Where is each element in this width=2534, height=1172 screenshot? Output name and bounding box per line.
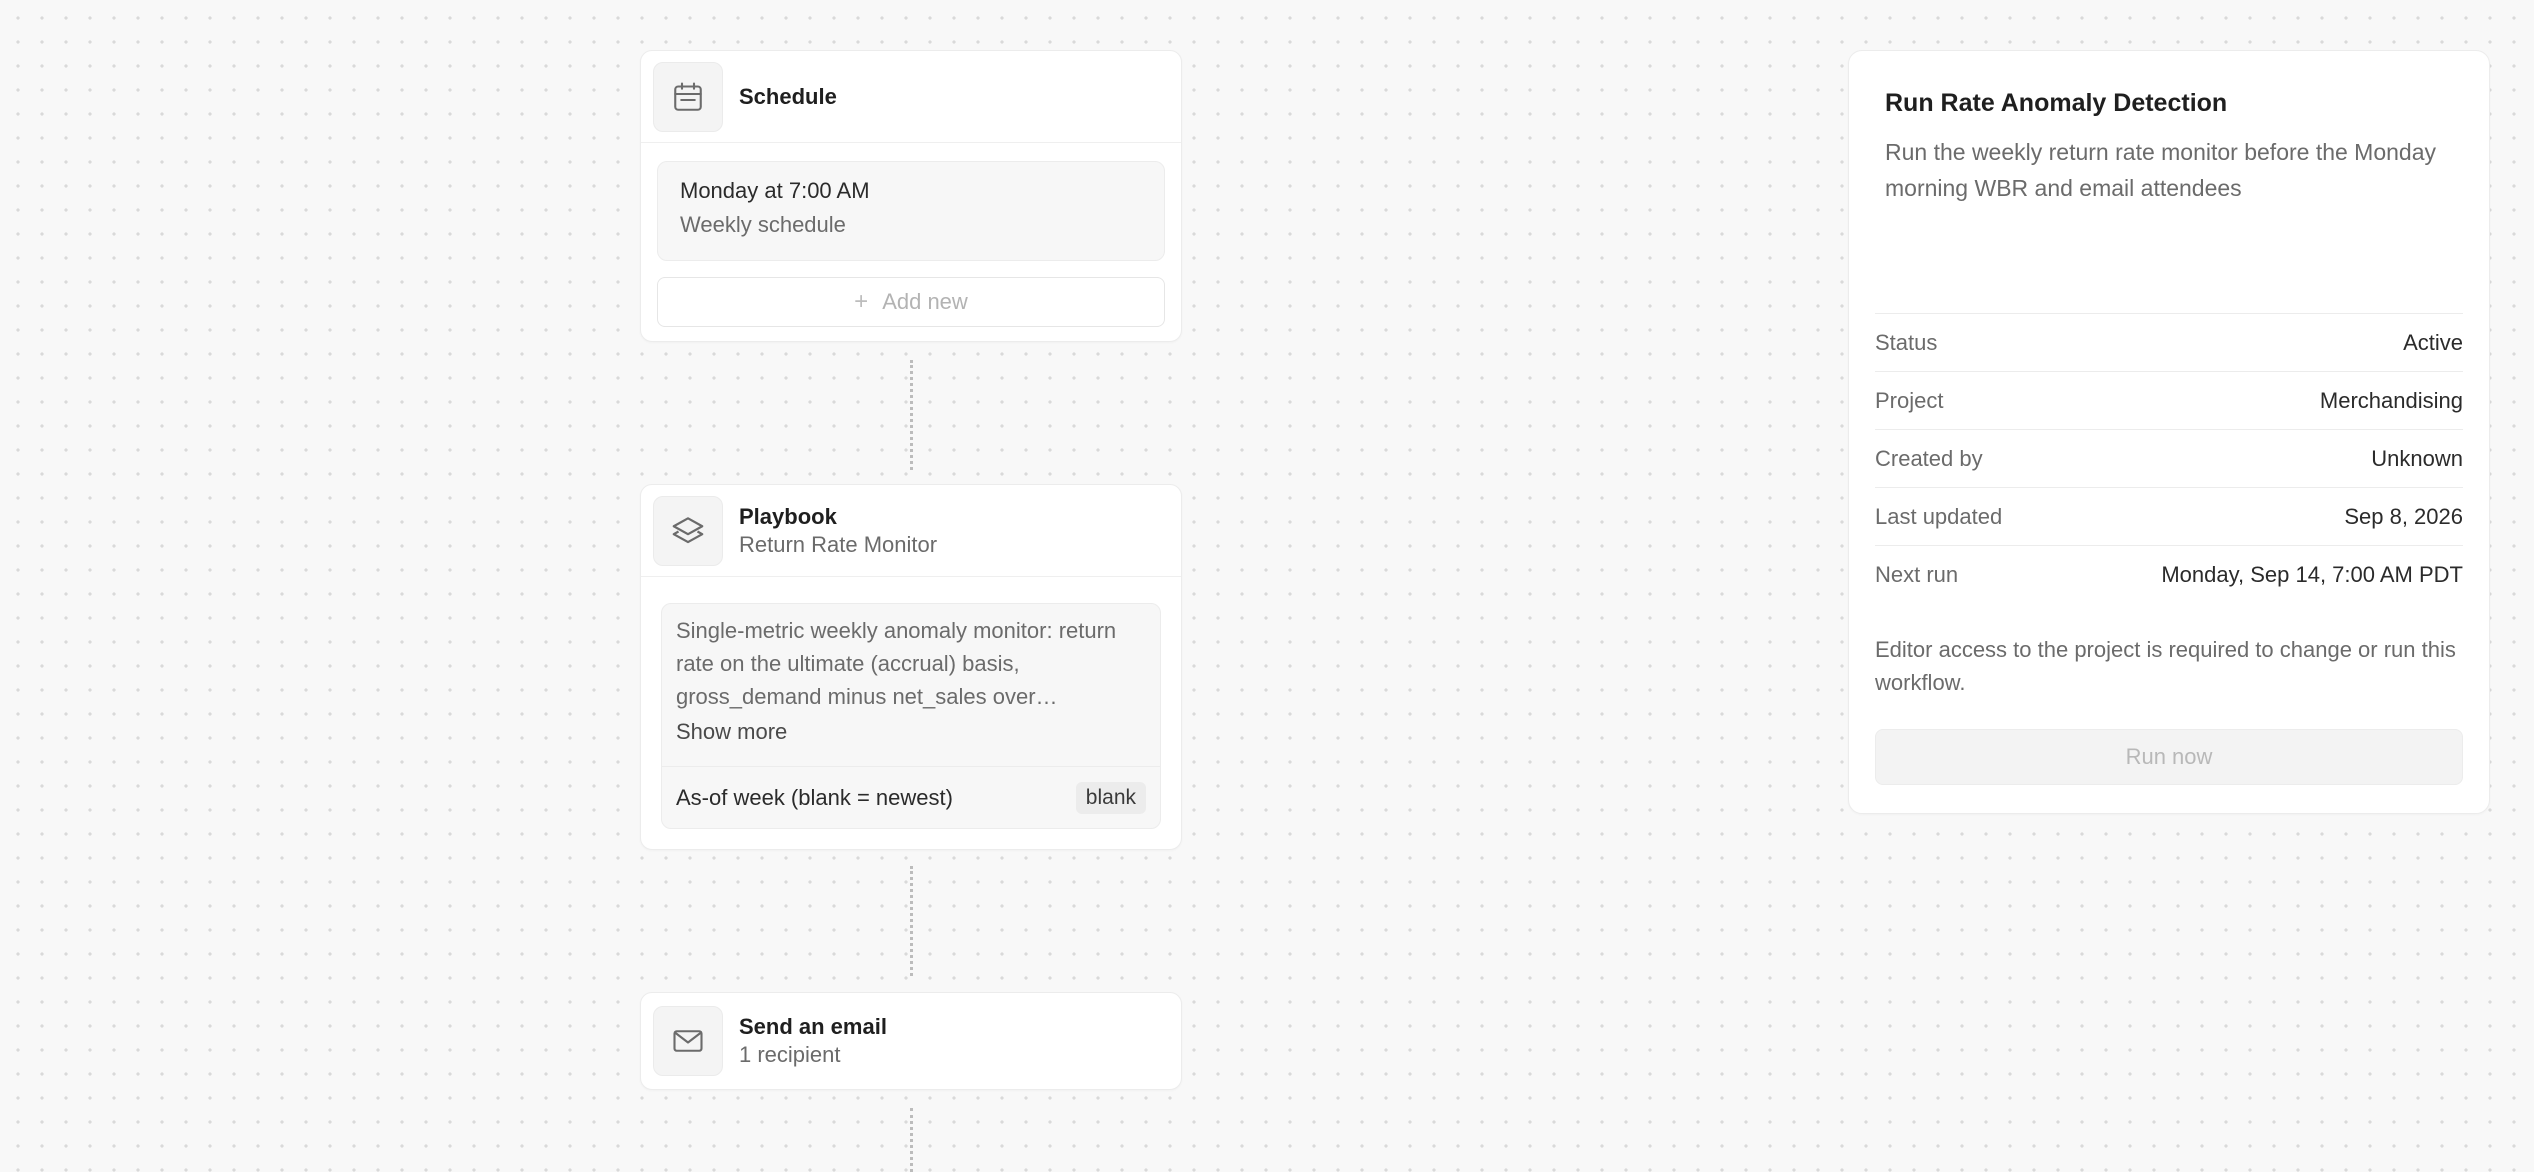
schedule-node[interactable]: Schedule Monday at 7:00 AM Weekly schedu… [640, 50, 1182, 342]
connector-line [910, 360, 913, 470]
run-now-button[interactable]: Run now [1875, 729, 2463, 785]
schedule-entry[interactable]: Monday at 7:00 AM Weekly schedule [657, 161, 1165, 261]
playbook-title: Playbook [739, 503, 837, 529]
email-node-header: Send an email 1 recipient [641, 993, 1181, 1088]
workflow-details-panel: Run Rate Anomaly Detection Run the weekl… [1848, 50, 2490, 814]
next-run-label: Next run [1875, 561, 1959, 587]
schedule-title: Schedule [739, 83, 837, 109]
created-by-label: Created by [1875, 445, 1983, 471]
status-row: Status Active [1875, 313, 2463, 371]
connector-line [910, 866, 913, 976]
playbook-param-row[interactable]: As-of week (blank = newest) blank [662, 766, 1160, 828]
schedule-entry-frequency: Weekly schedule [680, 212, 846, 237]
connector-line [910, 1108, 913, 1172]
workflow-title: Run Rate Anomaly Detection [1885, 89, 2228, 117]
email-subtitle: 1 recipient [739, 1041, 841, 1067]
last-updated-value: Sep 8, 2026 [2344, 503, 2463, 529]
status-value: Active [2403, 329, 2463, 355]
mail-icon [653, 1005, 723, 1076]
next-run-row: Next run Monday, Sep 14, 7:00 AM PDT [1875, 545, 2463, 603]
created-by-row: Created by Unknown [1875, 429, 2463, 487]
calendar-icon [653, 61, 723, 132]
param-label: As-of week (blank = newest) [676, 784, 953, 810]
workflow-description: Run the weekly return rate monitor befor… [1885, 139, 2437, 201]
email-title: Send an email [739, 1013, 887, 1039]
param-value-badge: blank [1075, 781, 1146, 814]
playbook-details: Single-metric weekly anomaly monitor: re… [661, 603, 1161, 829]
playbook-node[interactable]: Playbook Return Rate Monitor Single-metr… [640, 484, 1182, 850]
add-schedule-label: Add new [882, 289, 968, 314]
playbook-description: Single-metric weekly anomaly monitor: re… [676, 618, 1117, 709]
playbook-subtitle: Return Rate Monitor [739, 531, 938, 557]
playbook-node-header: Playbook Return Rate Monitor [641, 485, 1181, 577]
last-updated-row: Last updated Sep 8, 2026 [1875, 487, 2463, 545]
plus-icon: + [854, 288, 869, 315]
project-row: Project Merchandising [1875, 371, 2463, 429]
email-node[interactable]: Send an email 1 recipient [640, 992, 1182, 1090]
schedule-entry-time: Monday at 7:00 AM [680, 178, 870, 203]
layers-icon [653, 495, 723, 566]
schedule-node-header: Schedule [641, 51, 1181, 143]
show-more-link[interactable]: Show more [676, 717, 787, 747]
permission-note: Editor access to the project is required… [1875, 637, 2456, 695]
created-by-value: Unknown [2371, 445, 2463, 471]
project-label: Project [1875, 387, 1944, 413]
project-value: Merchandising [2319, 387, 2463, 413]
next-run-value: Monday, Sep 14, 7:00 AM PDT [2161, 561, 2463, 587]
status-label: Status [1875, 329, 1938, 355]
add-schedule-button[interactable]: + Add new [657, 277, 1165, 327]
last-updated-label: Last updated [1875, 503, 2003, 529]
